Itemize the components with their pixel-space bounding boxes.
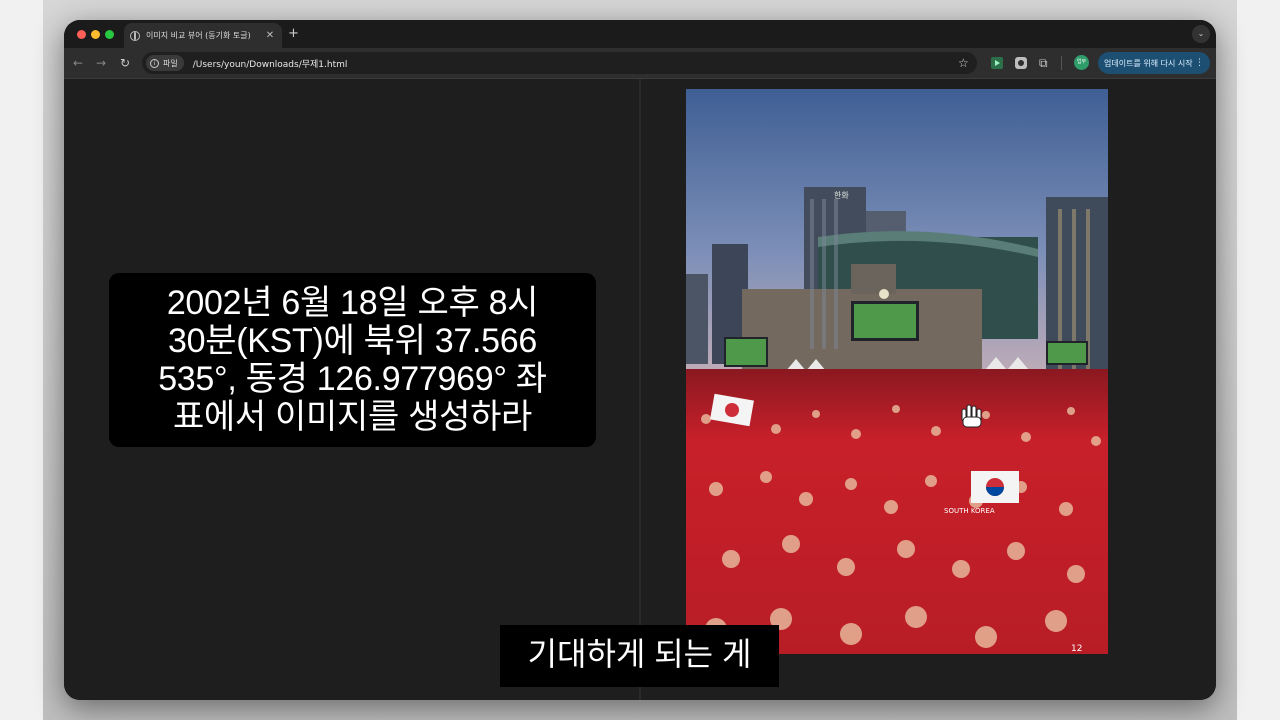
info-icon: i [150,58,159,68]
video-subtitle: 기대하게 되는 게 [500,625,779,687]
close-window-button[interactable] [77,30,86,39]
new-tab-button[interactable]: + [288,26,299,42]
site-info-label: 파일 [163,58,178,68]
relaunch-to-update-button[interactable]: 업데이트를 위해 다시 시작 ⋮ [1098,52,1210,74]
generated-image: 한화 SOUTH KOREA 12 [686,89,1108,654]
tab-search-button[interactable]: ⌄ [1192,25,1210,43]
scarf-text: SOUTH KOREA [944,507,995,515]
camera-extension-icon[interactable] [1015,57,1027,69]
globe-icon [130,30,140,41]
update-button-label: 업데이트를 위해 다시 시작 [1104,58,1193,68]
prompt-line: 30분(KST)에 북위 37.566 [168,322,537,360]
tab-bar: 이미지 비교 뷰어 (동기화 토글) ✕ + ⌄ [64,20,1216,48]
more-menu-icon[interactable]: ⋮ [1195,58,1204,68]
letterbox-left [0,0,43,720]
bookmark-star-icon[interactable]: ☆ [958,54,969,72]
address-bar[interactable]: i 파일 /Users/youn/Downloads/무제1.html [142,52,977,74]
profile-avatar[interactable]: 업무 [1074,55,1089,70]
reload-button[interactable]: ↻ [120,55,130,71]
building-sign: 한화 [834,191,849,200]
prompt-line: 표에서 이미지를 생성하라 [172,398,533,436]
prompt-line: 535°, 동경 126.977969° 좌 [158,360,547,398]
tab-image-viewer[interactable]: 이미지 비교 뷰어 (동기화 토글) ✕ [124,23,282,48]
jersey-number: 12 [1071,644,1082,654]
page-content: 2002년 6월 18일 오후 8시 30분(KST)에 북위 37.566 5… [64,79,1216,700]
back-button[interactable]: ← [73,55,83,71]
browser-toolbar: ← → ↻ i 파일 /Users/youn/Downloads/무제1.htm… [64,48,1216,79]
letterbox-right [1237,0,1280,720]
generated-image-drawing: 한화 SOUTH KOREA 12 [686,89,1108,654]
browser-window: 이미지 비교 뷰어 (동기화 토글) ✕ + ⌄ ← → ↻ i 파일 /Use… [64,20,1216,700]
minimize-window-button[interactable] [91,30,100,39]
media-extension-icon[interactable] [991,57,1003,69]
extensions-puzzle-icon[interactable]: ⧉ [1039,57,1051,69]
split-divider-handle[interactable] [639,79,641,700]
site-info-chip[interactable]: i 파일 [146,55,184,71]
prompt-line: 2002년 6월 18일 오후 8시 [166,284,539,322]
url-text[interactable]: /Users/youn/Downloads/무제1.html [193,57,348,70]
forward-button[interactable]: → [96,55,106,71]
toolbar-divider [1061,56,1062,70]
tab-title: 이미지 비교 뷰어 (동기화 토글) [146,31,251,40]
prompt-text-box: 2002년 6월 18일 오후 8시 30분(KST)에 북위 37.566 5… [109,273,596,447]
zoom-window-button[interactable] [105,30,114,39]
close-icon[interactable]: ✕ [264,30,276,41]
